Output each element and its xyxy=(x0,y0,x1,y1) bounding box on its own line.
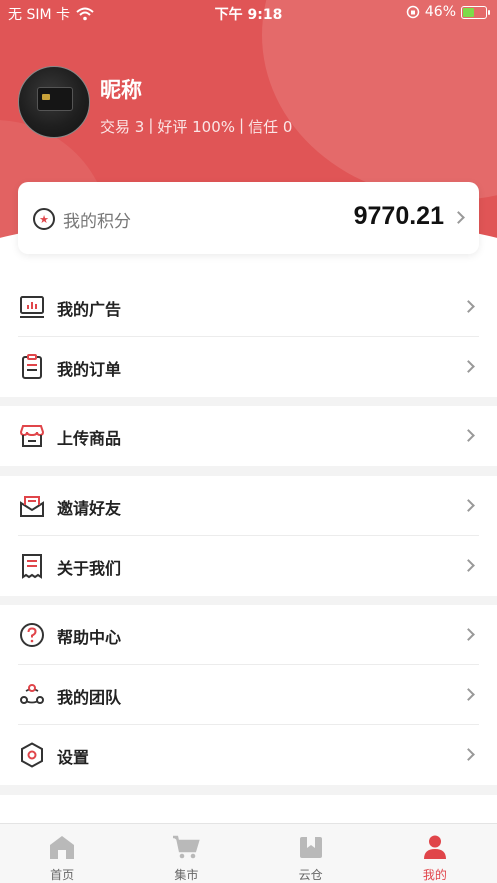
user-stats: 交易 3 | 好评 100% | 信任 0 xyxy=(100,116,292,137)
cart-icon xyxy=(173,835,201,859)
stats-separator: | xyxy=(239,116,245,134)
menu-label: 邀请好友 xyxy=(57,499,122,518)
menu-label: 我的订单 xyxy=(57,360,122,379)
menu-group-orders: 我的广告 我的订单 xyxy=(0,277,497,397)
envelope-icon xyxy=(20,496,44,517)
tab-cloud-warehouse[interactable]: 云仓 xyxy=(249,824,373,883)
menu-item-my-team[interactable]: 我的团队 xyxy=(0,665,497,725)
tab-label: 集市 xyxy=(174,868,199,882)
settings-icon xyxy=(21,742,43,768)
home-icon xyxy=(50,836,75,859)
clipboard-icon xyxy=(22,354,42,379)
status-bar: 无 SIM 卡 下午 9:18 46% xyxy=(0,0,497,26)
positive-rating: 好评 100% xyxy=(157,118,236,136)
avatar[interactable] xyxy=(18,66,90,138)
menu-item-help-center[interactable]: 帮助中心 xyxy=(0,605,497,665)
tab-label: 首页 xyxy=(50,868,75,882)
menu-label: 关于我们 xyxy=(57,559,122,578)
menu-group-social: 邀请好友 关于我们 xyxy=(0,476,497,596)
menu-item-my-ads[interactable]: 我的广告 xyxy=(0,277,497,337)
points-star-icon: ★ xyxy=(33,208,55,230)
chevron-right-icon xyxy=(462,628,475,641)
document-icon xyxy=(22,554,42,579)
menu-label: 我的团队 xyxy=(57,688,122,707)
orientation-lock-icon xyxy=(406,5,420,19)
user-icon xyxy=(423,835,446,859)
tab-label: 我的 xyxy=(422,868,447,882)
team-icon xyxy=(20,684,44,704)
trade-count: 交易 3 xyxy=(100,118,145,136)
menu-item-upload-goods[interactable]: 上传商品 xyxy=(0,406,497,466)
profile-header xyxy=(0,0,497,300)
help-question-icon xyxy=(20,623,44,647)
trust-score: 信任 0 xyxy=(248,118,293,136)
header-decoration xyxy=(262,0,497,200)
spacer xyxy=(0,795,497,823)
tab-bar: 首页 集市 云仓 我的 xyxy=(0,823,497,883)
battery-icon xyxy=(461,5,490,19)
chevron-right-icon xyxy=(462,559,475,572)
chevron-right-icon xyxy=(462,300,475,313)
menu-group-upload: 上传商品 xyxy=(0,406,497,466)
menu-label: 我的广告 xyxy=(57,300,122,319)
battery-percent: 46% xyxy=(424,4,456,20)
shop-icon xyxy=(19,425,45,447)
card-image xyxy=(37,87,73,111)
box-icon xyxy=(299,837,322,858)
menu-label: 上传商品 xyxy=(57,429,122,448)
menu-item-my-orders[interactable]: 我的订单 xyxy=(0,337,497,397)
chevron-right-icon xyxy=(462,360,475,373)
menu-item-about-us[interactable]: 关于我们 xyxy=(0,536,497,596)
chevron-right-icon xyxy=(452,211,465,224)
chevron-right-icon xyxy=(462,748,475,761)
menu-label: 设置 xyxy=(57,748,90,767)
points-label: 我的积分 xyxy=(63,212,131,232)
tab-market[interactable]: 集市 xyxy=(124,824,248,883)
chevron-right-icon xyxy=(462,429,475,442)
ad-chart-icon xyxy=(20,296,44,318)
menu-item-settings[interactable]: 设置 xyxy=(0,725,497,785)
tab-label: 云仓 xyxy=(298,868,323,882)
chevron-right-icon xyxy=(462,499,475,512)
points-card[interactable]: ★ 我的积分 9770.21 xyxy=(18,182,479,254)
menu-group-support: 帮助中心 我的团队 设置 xyxy=(0,605,497,785)
chevron-right-icon xyxy=(462,688,475,701)
tab-home[interactable]: 首页 xyxy=(0,824,124,883)
menu-item-invite-friends[interactable]: 邀请好友 xyxy=(0,476,497,536)
menu-label: 帮助中心 xyxy=(57,628,122,647)
tab-mine[interactable]: 我的 xyxy=(373,824,497,883)
nickname[interactable]: 昵称 xyxy=(100,74,142,104)
points-value: 9770.21 xyxy=(353,202,444,230)
stats-separator: | xyxy=(148,116,154,134)
